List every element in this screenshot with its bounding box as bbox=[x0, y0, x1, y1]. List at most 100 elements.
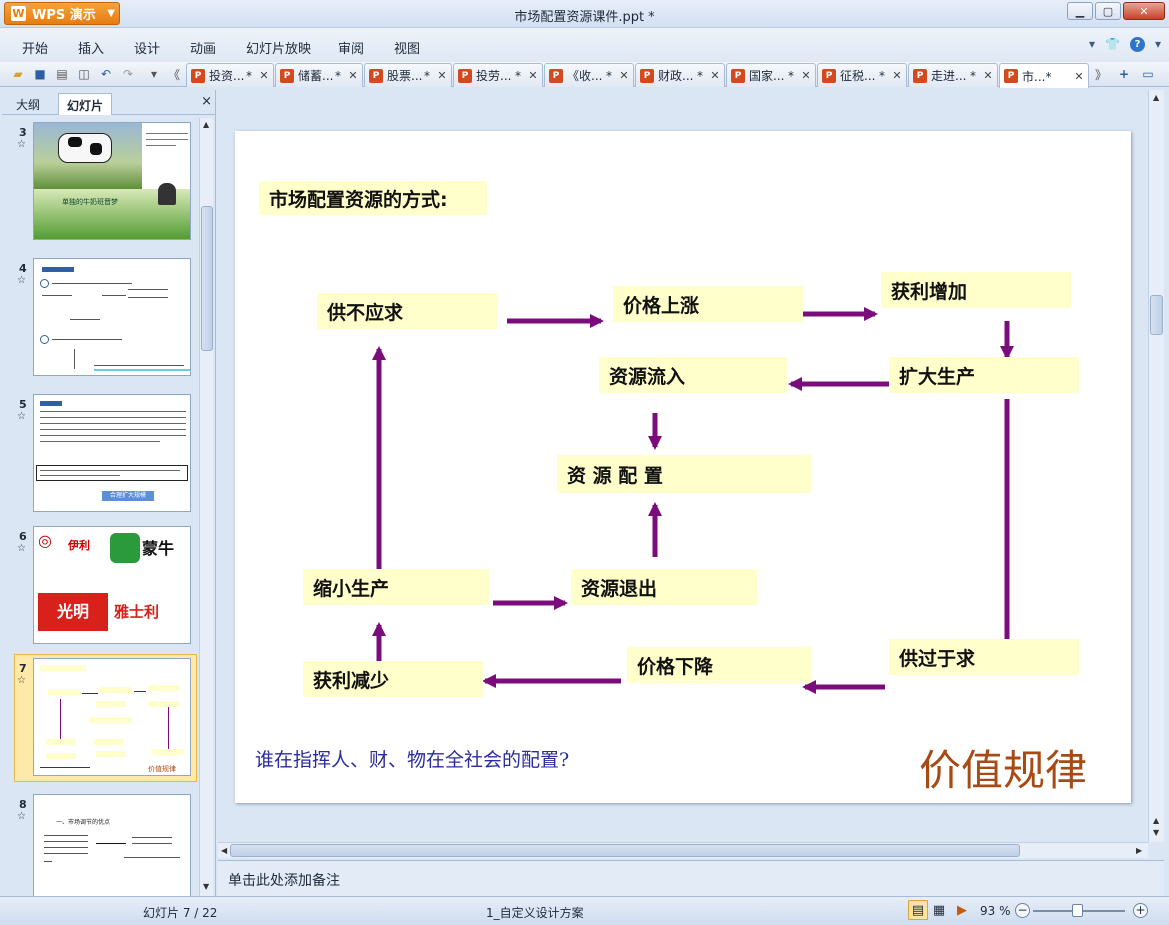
doc-tab[interactable]: P 投劳... * ✕ bbox=[453, 63, 543, 87]
menu-start[interactable]: 开始 bbox=[22, 38, 48, 57]
zoom-slider-handle[interactable] bbox=[1072, 904, 1083, 917]
close-button[interactable]: ✕ bbox=[1123, 2, 1165, 20]
slide-editor: 市场配置资源的方式: 供不应求 价格上涨 获利增加 资源流入 扩大生产 资 源 … bbox=[218, 90, 1148, 842]
tab-list-icon[interactable]: ▭ bbox=[1140, 66, 1156, 82]
menu-slideshow[interactable]: 幻灯片放映 bbox=[246, 38, 311, 57]
ppt-file-icon: P bbox=[822, 68, 836, 83]
doc-tab[interactable]: P 股票... * ✕ bbox=[364, 63, 452, 87]
box-profit-down[interactable]: 获利减少 bbox=[303, 661, 483, 697]
zoom-out-icon[interactable]: − bbox=[1015, 903, 1030, 918]
save-icon[interactable]: ■ bbox=[32, 66, 48, 82]
mengniu-logo-icon bbox=[110, 533, 140, 563]
tab-close-icon[interactable]: ✕ bbox=[1073, 70, 1085, 83]
ppt-file-icon: P bbox=[1004, 69, 1018, 83]
scroll-thumb[interactable] bbox=[1150, 295, 1163, 335]
box-allocation[interactable]: 资 源 配 置 bbox=[557, 455, 811, 493]
thumbnail-list: 3 ☆ 单独的牛奶班晋梦 4 ☆ 5 ☆ 合理扩大规模 6 ☆ ◎ 伊利 蒙牛 … bbox=[2, 118, 198, 896]
doc-tab[interactable]: P 财政... * ✕ bbox=[635, 63, 725, 87]
tab-close-icon[interactable]: ✕ bbox=[258, 69, 270, 82]
slide-title[interactable]: 市场配置资源的方式: bbox=[259, 181, 487, 215]
tab-close-icon[interactable]: ✕ bbox=[436, 69, 448, 82]
menu-insert[interactable]: 插入 bbox=[78, 38, 104, 57]
minimize-button[interactable]: ▁ bbox=[1067, 2, 1093, 20]
tab-close-icon[interactable]: ✕ bbox=[618, 69, 630, 82]
doc-tab[interactable]: P 国家... * ✕ bbox=[726, 63, 816, 87]
slide-canvas[interactable]: 市场配置资源的方式: 供不应求 价格上涨 获利增加 资源流入 扩大生产 资 源 … bbox=[235, 131, 1131, 803]
menu-view[interactable]: 视图 bbox=[394, 38, 420, 57]
new-tab-icon[interactable]: + bbox=[1116, 66, 1132, 82]
box-price-up[interactable]: 价格上涨 bbox=[613, 286, 803, 322]
print-preview-icon[interactable]: ◫ bbox=[76, 66, 92, 82]
tab-close-icon[interactable]: ✕ bbox=[709, 69, 721, 82]
ribbon-menu: 开始 插入 设计 动画 幻灯片放映 审阅 视图 ▾ 👕 ? ▾ bbox=[0, 28, 1169, 62]
maximize-button[interactable]: ▢ bbox=[1095, 2, 1121, 20]
quick-toolbar: ▰ ■ ▤ ◫ ↶ ↷ ▾ 《 P 投资... * ✕ P 储蓄... * ✕ … bbox=[0, 62, 1169, 88]
ppt-file-icon: P bbox=[458, 68, 472, 83]
tab-slides[interactable]: 幻灯片 bbox=[58, 93, 113, 115]
notes-pane[interactable]: 单击此处添加备注 bbox=[218, 860, 1164, 896]
tab-close-icon[interactable]: ✕ bbox=[982, 69, 994, 82]
thumbnail: 合理扩大规模 bbox=[33, 394, 191, 512]
scroll-thumb[interactable] bbox=[201, 206, 213, 351]
doc-tab[interactable]: P 走进... * ✕ bbox=[908, 63, 998, 87]
box-price-down[interactable]: 价格下降 bbox=[627, 647, 811, 683]
doc-tab[interactable]: P 投资... * ✕ bbox=[186, 63, 274, 87]
slideshow-icon[interactable]: ▶ bbox=[952, 900, 972, 920]
box-shrink[interactable]: 缩小生产 bbox=[303, 569, 489, 605]
ppt-file-icon: P bbox=[280, 68, 294, 83]
box-outflow[interactable]: 资源退出 bbox=[571, 569, 757, 605]
help-icon[interactable]: ? bbox=[1129, 37, 1145, 52]
ppt-file-icon: P bbox=[731, 68, 745, 83]
thumbnail bbox=[33, 258, 191, 376]
zoom-in-icon[interactable]: + bbox=[1133, 903, 1148, 918]
tab-close-icon[interactable]: ✕ bbox=[891, 69, 903, 82]
normal-view-icon[interactable]: ▤ bbox=[908, 900, 928, 920]
tab-close-icon[interactable]: ✕ bbox=[347, 69, 359, 82]
tab-outline[interactable]: 大纲 bbox=[8, 93, 48, 115]
tab-close-icon[interactable]: ✕ bbox=[527, 69, 539, 82]
box-surplus[interactable]: 供过于求 bbox=[889, 639, 1079, 675]
box-expand[interactable]: 扩大生产 bbox=[889, 357, 1079, 393]
ppt-file-icon: P bbox=[913, 68, 927, 83]
doc-tab[interactable]: P 储蓄... * ✕ bbox=[275, 63, 363, 87]
window-title: 市场配置资源课件.ppt * bbox=[514, 10, 655, 25]
thumbnail: 价值规律 bbox=[33, 658, 191, 776]
slide-question[interactable]: 谁在指挥人、财、物在全社会的配置? bbox=[255, 745, 569, 772]
thumbnail: ◎ 伊利 蒙牛 光明 雅士利 bbox=[33, 526, 191, 644]
menu-animation[interactable]: 动画 bbox=[190, 38, 216, 57]
panel-close-icon[interactable]: × bbox=[201, 94, 212, 109]
box-profit-up[interactable]: 获利增加 bbox=[881, 272, 1071, 308]
vertical-scrollbar[interactable]: ▲ ▲ ▼ bbox=[1148, 90, 1164, 842]
animation-star-icon: ☆ bbox=[17, 411, 26, 422]
animation-star-icon: ☆ bbox=[17, 543, 26, 554]
doc-tab-active[interactable]: P 市...* ✕ bbox=[999, 63, 1089, 88]
doc-tab[interactable]: P 征税... * ✕ bbox=[817, 63, 907, 87]
open-icon[interactable]: ▰ bbox=[10, 66, 26, 82]
animation-star-icon: ☆ bbox=[17, 675, 26, 686]
horizontal-scrollbar[interactable]: ◀ ▶ bbox=[218, 842, 1148, 858]
box-inflow[interactable]: 资源流入 bbox=[599, 357, 787, 393]
tab-close-icon[interactable]: ✕ bbox=[800, 69, 812, 82]
customize-toolbar-icon[interactable]: ▾ bbox=[146, 66, 162, 82]
menu-review[interactable]: 审阅 bbox=[338, 38, 364, 57]
status-bar: 幻灯片 7 / 22 1_自定义设计方案 ▤ ▦ ▶ 93 % − + bbox=[0, 896, 1169, 925]
tabs-scroll-left-icon[interactable]: 《 bbox=[166, 66, 182, 82]
doc-tab[interactable]: P 《收... * ✕ bbox=[544, 63, 634, 87]
theme-name: 1_自定义设计方案 bbox=[486, 906, 584, 920]
ribbon-collapse-icon[interactable]: ▾ bbox=[1089, 37, 1095, 52]
tabs-scroll-right-icon[interactable]: 》 bbox=[1093, 66, 1109, 82]
help-dropdown-icon[interactable]: ▾ bbox=[1155, 37, 1161, 52]
slide-law-text[interactable]: 价值规律 bbox=[919, 737, 1087, 798]
ppt-file-icon: P bbox=[549, 68, 563, 83]
ppt-file-icon: P bbox=[640, 68, 654, 83]
slide-sorter-icon[interactable]: ▦ bbox=[929, 900, 949, 920]
ppt-file-icon: P bbox=[191, 68, 205, 83]
undo-icon[interactable]: ↶ bbox=[98, 66, 114, 82]
print-icon[interactable]: ▤ bbox=[54, 66, 70, 82]
thumbnail-scrollbar[interactable]: ▲ ▼ bbox=[199, 118, 213, 896]
menu-design[interactable]: 设计 bbox=[134, 38, 160, 57]
skin-icon[interactable]: 👕 bbox=[1105, 37, 1120, 52]
redo-icon[interactable]: ↷ bbox=[120, 66, 136, 82]
box-shortage[interactable]: 供不应求 bbox=[317, 293, 497, 329]
scroll-thumb[interactable] bbox=[230, 844, 1020, 857]
